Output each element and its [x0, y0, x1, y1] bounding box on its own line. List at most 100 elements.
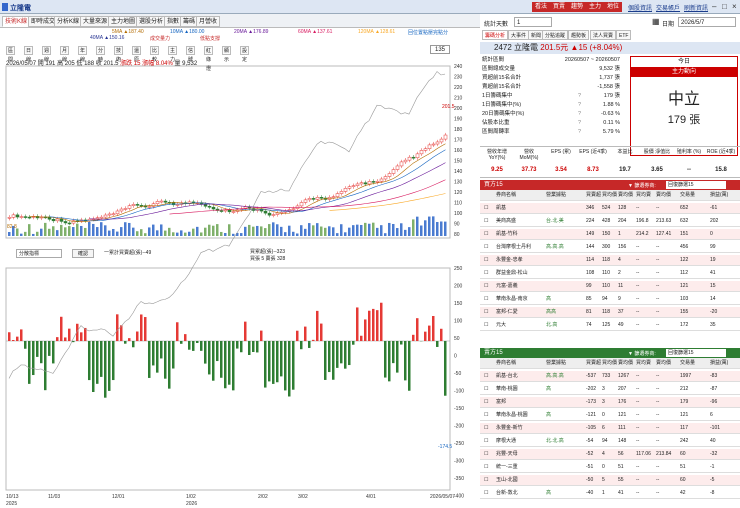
- row-checkbox-icon[interactable]: ☐: [484, 384, 488, 395]
- row-checkbox-icon[interactable]: ☐: [484, 242, 488, 253]
- help-icon[interactable]: ?: [578, 101, 581, 110]
- rtab-institutions[interactable]: 法人買賣: [590, 30, 617, 40]
- toolbar-btn[interactable]: 技術: [114, 46, 124, 63]
- row-checkbox-icon[interactable]: ☐: [484, 229, 488, 240]
- stat-row: 區間總成交量 9,532 張: [482, 65, 624, 74]
- indicator-bar: [136, 331, 139, 341]
- table-row[interactable]: ☐ 華南永昌-南京 高 85 94 9 -- -- 103 14: [480, 294, 740, 305]
- row-checkbox-icon[interactable]: ☐: [484, 268, 488, 279]
- toolbar-btn[interactable]: 信號: [186, 46, 196, 63]
- row-checkbox-icon[interactable]: ☐: [484, 462, 488, 473]
- row-checkbox-icon[interactable]: ☐: [484, 488, 488, 499]
- toolbar-btn[interactable]: 區間: [6, 46, 16, 63]
- table-row[interactable]: ☐ 永豐金-忠孝 114 118 4 -- -- 122 19: [480, 255, 740, 266]
- row-checkbox-icon[interactable]: ☐: [484, 320, 488, 331]
- row-checkbox-icon[interactable]: ☐: [484, 255, 488, 266]
- row-checkbox-icon[interactable]: ☐: [484, 216, 488, 227]
- tab-revenue[interactable]: 月營收: [196, 16, 221, 27]
- trade-account-link[interactable]: 交易帳戶: [656, 3, 680, 12]
- toolbar-btn[interactable]: 週線: [42, 46, 52, 63]
- tab-force-map[interactable]: 主力地圖: [108, 16, 139, 27]
- row-checkbox-icon[interactable]: ☐: [484, 371, 488, 382]
- table-row[interactable]: ☐ 華南-桃園 高 -202 3 207 -- -- 212 -87: [480, 384, 740, 395]
- help-icon[interactable]: ?: [578, 119, 581, 128]
- table-row[interactable]: ☐ 永豐金-新竹 -105 6 111 -- -- 117 -101: [480, 423, 740, 434]
- toolbar-btn[interactable]: 月線: [60, 46, 70, 63]
- table-row[interactable]: ☐ 美商高盛 台.北.美 224 428 204 196.8 213.63 632 202: [480, 216, 740, 227]
- toolbar-btn[interactable]: 比較: [150, 46, 160, 63]
- toolbar-btn[interactable]: 顯示: [222, 46, 232, 63]
- toolbar-btn[interactable]: 分時: [96, 46, 106, 63]
- table-row[interactable]: ☐ 台灣摩根士丹利 高.高.高 144 300 156 -- -- 456 99: [480, 242, 740, 253]
- row-checkbox-icon[interactable]: ☐: [484, 410, 488, 421]
- rtab-chips[interactable]: 籌碼分析: [482, 30, 509, 40]
- table-row[interactable]: ☐ 台新-敦北 高 -40 1 41 -- -- 42 -8: [480, 488, 740, 499]
- toolbar-btn[interactable]: 設定: [240, 46, 250, 63]
- row-checkbox-icon[interactable]: ☐: [484, 436, 488, 447]
- tab-kline[interactable]: 技術K線: [2, 16, 31, 27]
- dir-count: 179 張: [667, 114, 701, 126]
- indicator-select[interactable]: 分散指標: [16, 249, 62, 258]
- table-row[interactable]: ☐ 富邦 -173 3 176 -- -- 179 -96: [480, 397, 740, 408]
- range-select[interactable]: 1: [514, 17, 552, 27]
- filter-select[interactable]: 回復篩選15: [666, 349, 726, 357]
- tab-volume-source[interactable]: 大量來源: [80, 16, 111, 27]
- qty-input[interactable]: 135: [430, 45, 450, 54]
- table-row[interactable]: ☐ 玉山-北國 -50 5 55 -- -- 60 -5: [480, 475, 740, 486]
- position-button[interactable]: 地位: [604, 2, 623, 12]
- tab-stock-pick[interactable]: 選股分析: [136, 16, 167, 27]
- help-icon[interactable]: ?: [578, 128, 581, 137]
- row-checkbox-icon[interactable]: ☐: [484, 203, 488, 214]
- toolbar-btn[interactable]: 紅綠燈: [204, 46, 214, 72]
- table-row[interactable]: ☐ 富邦-仁愛 高高 81 118 37 -- -- 155 -20: [480, 307, 740, 318]
- date-select[interactable]: 2026/5/7: [678, 17, 736, 27]
- view-button[interactable]: 看法: [532, 2, 551, 12]
- trade-button[interactable]: 買賣: [550, 2, 569, 12]
- row-checkbox-icon[interactable]: ☐: [484, 307, 488, 318]
- indicator-confirm-button[interactable]: 確認: [72, 249, 94, 258]
- table-row[interactable]: ☐ 摩根大通 北.北.高 -54 94 148 -- -- 242 40: [480, 436, 740, 447]
- row-checkbox-icon[interactable]: ☐: [484, 294, 488, 305]
- indicator-bar: [372, 308, 375, 341]
- table-row[interactable]: ☐ 元大 北.高 74 125 49 -- -- 172 35: [480, 320, 740, 331]
- minimize-icon[interactable]: –: [712, 2, 716, 11]
- rtab-events[interactable]: 大事件: [508, 30, 530, 40]
- stock-info-link[interactable]: 個股資訊: [628, 3, 652, 12]
- indicator-bar: [64, 337, 67, 341]
- toolbar-btn[interactable]: 年線: [78, 46, 88, 63]
- table-row[interactable]: ☐ 兆豐-天母 -52 4 56 117.06 213.84 60 -32: [480, 449, 740, 460]
- toolbar-btn[interactable]: 日線: [24, 46, 34, 63]
- table-row[interactable]: ☐ 華南永昌-桃園 高 -121 0 121 -- -- 121 6: [480, 410, 740, 421]
- refresh-link[interactable]: 刷新資訊: [684, 3, 708, 12]
- row-checkbox-icon[interactable]: ☐: [484, 281, 488, 292]
- table-cell: --: [656, 373, 660, 379]
- trend-button[interactable]: 趨勢: [568, 2, 587, 12]
- table-row[interactable]: ☐ 凱基-台北 高.高.高 -537 733 1267 -- -- 1997 -83: [480, 371, 740, 382]
- row-checkbox-icon[interactable]: ☐: [484, 449, 488, 460]
- table-row[interactable]: ☐ 凱基 346 524 128 -- -- 652 -61: [480, 203, 740, 214]
- filter-select[interactable]: 回復篩選15: [666, 181, 726, 189]
- row-checkbox-icon[interactable]: ☐: [484, 423, 488, 434]
- volume-bar: [176, 232, 179, 236]
- indicator-bar: [268, 341, 271, 382]
- row-checkbox-icon[interactable]: ☐: [484, 475, 488, 486]
- rtab-branch[interactable]: 分點追蹤: [542, 30, 569, 40]
- toolbar-btn[interactable]: 主力: [168, 46, 178, 63]
- rtab-etf[interactable]: ETF: [616, 30, 632, 40]
- fin-value: 19.7: [619, 167, 631, 173]
- rtab-trend[interactable]: 趨勢板: [568, 30, 590, 40]
- row-checkbox-icon[interactable]: ☐: [484, 397, 488, 408]
- chart-area[interactable]: 240 230 220 210 200 190 180 170 160 150 140 130 120 1…: [0, 42, 470, 508]
- maximize-icon[interactable]: □: [722, 2, 727, 11]
- main-force-button[interactable]: 主力: [586, 2, 605, 12]
- help-icon[interactable]: ?: [578, 92, 581, 101]
- tab-analysis-kline[interactable]: 分析K線: [54, 16, 83, 27]
- close-icon[interactable]: ×: [732, 2, 737, 11]
- help-icon[interactable]: ?: [578, 110, 581, 119]
- table-row[interactable]: ☐ 凱基-竹科 149 150 1 214.2 127.41 151 0: [480, 229, 740, 240]
- table-row[interactable]: ☐ 群益金鼎-松山 108 110 2 -- -- 112 41: [480, 268, 740, 279]
- calendar-icon[interactable]: ▦: [652, 17, 660, 26]
- table-row[interactable]: ☐ 元富-嘉義 99 110 11 -- -- 121 15: [480, 281, 740, 292]
- toolbar-btn[interactable]: 還原: [132, 46, 142, 63]
- table-row[interactable]: ☐ 統一-三重 -51 0 51 -- -- 51 -1: [480, 462, 740, 473]
